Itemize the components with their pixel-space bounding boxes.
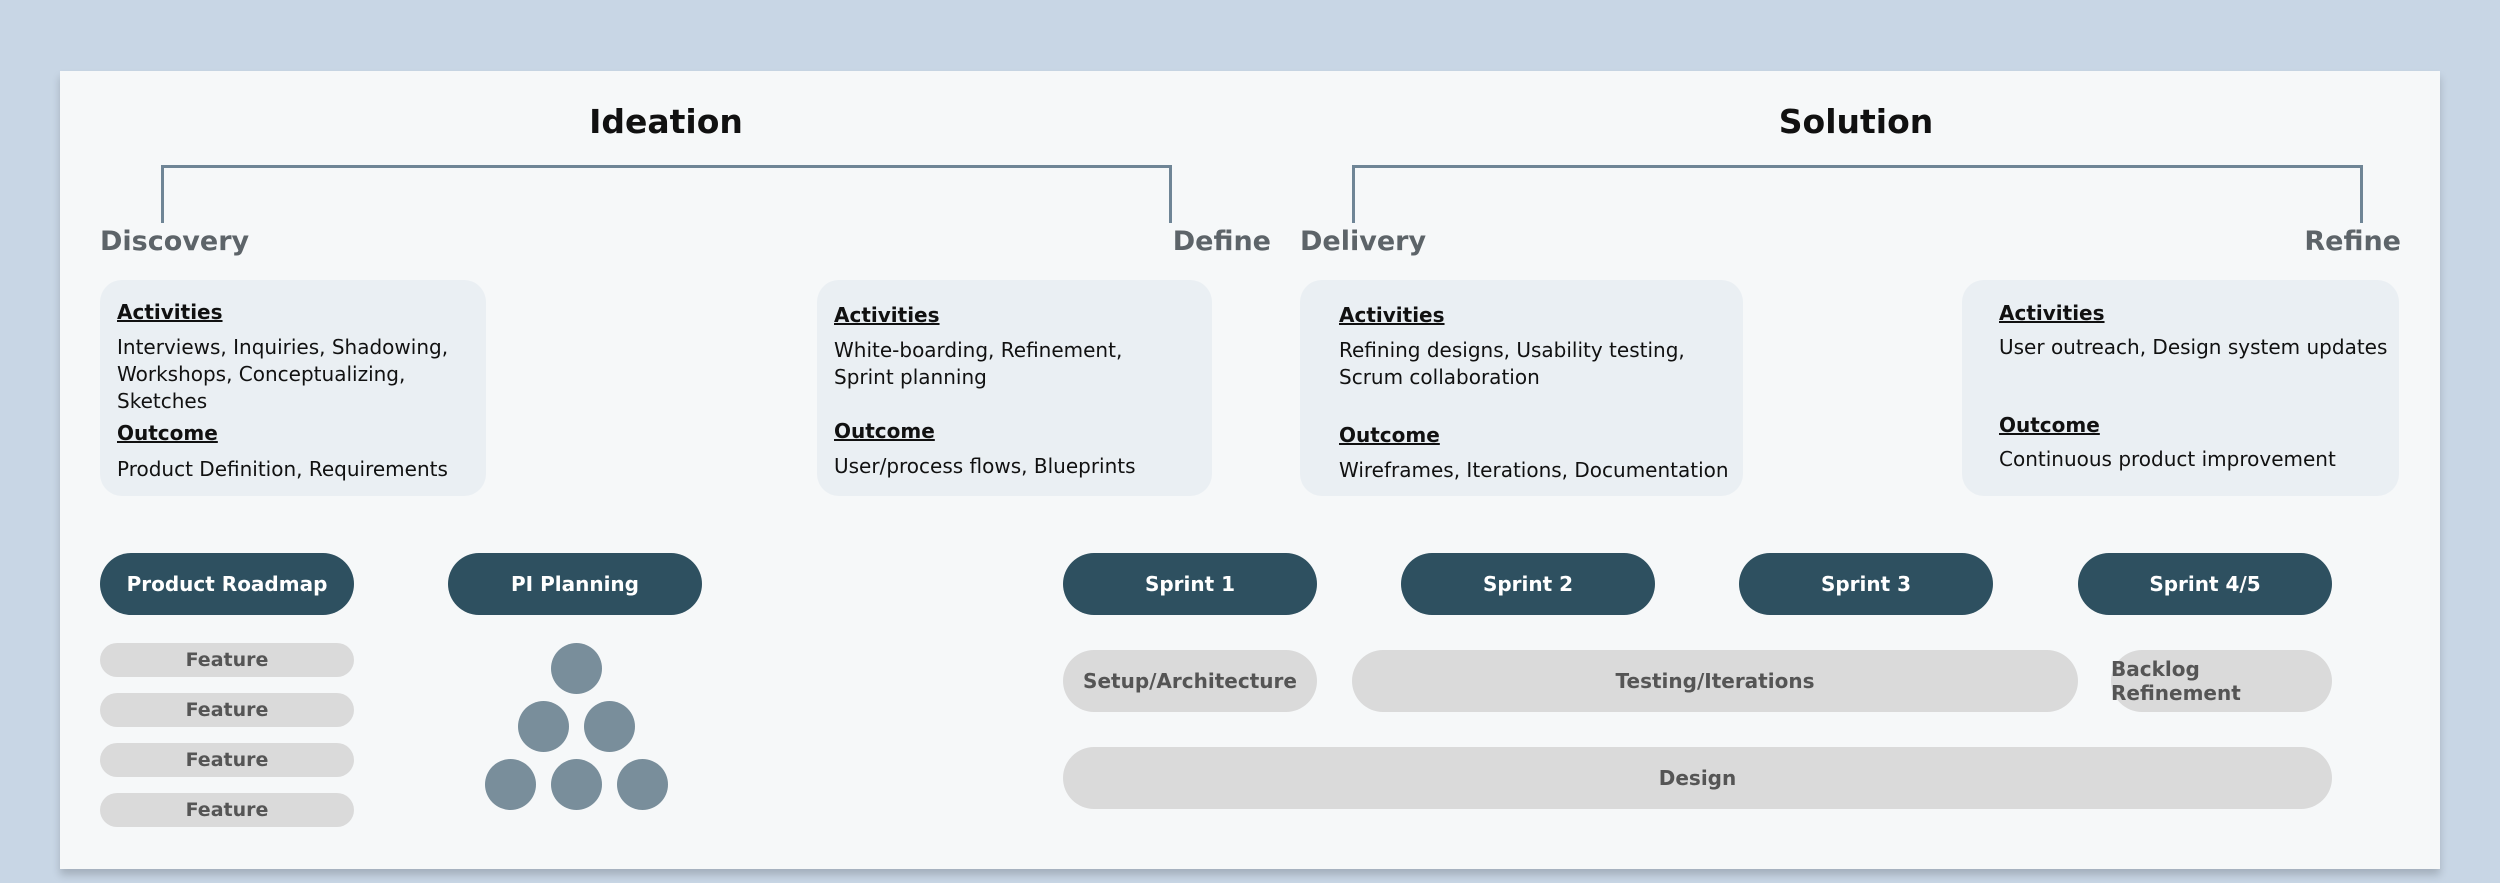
- stage-label-define: Define: [1172, 226, 1271, 257]
- define-activities-label: Activities: [834, 303, 940, 327]
- discovery-card: Activities Interviews, Inquiries, Shadow…: [100, 280, 486, 496]
- sprint-pill-1: Sprint 1: [1063, 553, 1317, 615]
- setup-architecture-bar: Setup/Architecture: [1063, 650, 1317, 712]
- team-member-dot: [518, 701, 569, 752]
- refine-activities-label: Activities: [1999, 301, 2105, 325]
- feature-pill: Feature: [100, 643, 354, 677]
- testing-iterations-bar: Testing/Iterations: [1352, 650, 2078, 712]
- phase-title-solution: Solution: [1778, 102, 1934, 141]
- discovery-outcome: Product Definition, Requirements: [117, 457, 448, 481]
- solution-bracket: [1352, 165, 2363, 223]
- team-member-dot: [584, 701, 635, 752]
- stage-label-refine: Refine: [2304, 226, 2401, 257]
- phase-title-ideation: Ideation: [589, 102, 743, 141]
- define-card: Activities White-boarding, Refinement, S…: [817, 280, 1212, 496]
- team-member-dot: [551, 759, 602, 810]
- discovery-activities-label: Activities: [117, 300, 223, 324]
- delivery-outcome: Wireframes, Iterations, Documentation: [1339, 458, 1729, 482]
- ideation-bracket: [161, 165, 1172, 223]
- sprint-pill-2: Sprint 2: [1401, 553, 1655, 615]
- backlog-refinement-bar: Backlog Refinement: [2111, 650, 2332, 712]
- refine-outcome-label: Outcome: [1999, 413, 2100, 437]
- team-member-dot: [617, 759, 668, 810]
- define-outcome-label: Outcome: [834, 419, 935, 443]
- discovery-activities: Interviews, Inquiries, Shadowing, Worksh…: [117, 335, 449, 413]
- design-bar: Design: [1063, 747, 2332, 809]
- delivery-activities: Refining designs, Usability testing, Scr…: [1339, 338, 1685, 389]
- define-activities: White-boarding, Refinement, Sprint plann…: [834, 338, 1123, 389]
- stage-label-delivery: Delivery: [1300, 226, 1427, 257]
- delivery-card: Activities Refining designs, Usability t…: [1300, 280, 1743, 496]
- feature-pill: Feature: [100, 793, 354, 827]
- team-member-dot: [485, 759, 536, 810]
- refine-card: Activities User outreach, Design system …: [1962, 280, 2399, 496]
- sprint-pill-3: Sprint 3: [1739, 553, 1993, 615]
- refine-activities: User outreach, Design system updates: [1999, 335, 2388, 359]
- feature-pill: Feature: [100, 743, 354, 777]
- sprint-pill-4-5: Sprint 4/5: [2078, 553, 2332, 615]
- pi-planning-pill: PI Planning: [448, 553, 702, 615]
- delivery-activities-label: Activities: [1339, 303, 1445, 327]
- define-outcome: User/process flows, Blueprints: [834, 454, 1136, 478]
- delivery-outcome-label: Outcome: [1339, 423, 1440, 447]
- product-roadmap-pill: Product Roadmap: [100, 553, 354, 615]
- discovery-outcome-label: Outcome: [117, 421, 218, 445]
- stage-label-discovery: Discovery: [100, 226, 250, 257]
- feature-pill: Feature: [100, 693, 354, 727]
- team-member-dot: [551, 643, 602, 694]
- refine-outcome: Continuous product improvement: [1999, 447, 2336, 471]
- diagram-canvas: Ideation Discovery Define Solution Deliv…: [60, 71, 2440, 869]
